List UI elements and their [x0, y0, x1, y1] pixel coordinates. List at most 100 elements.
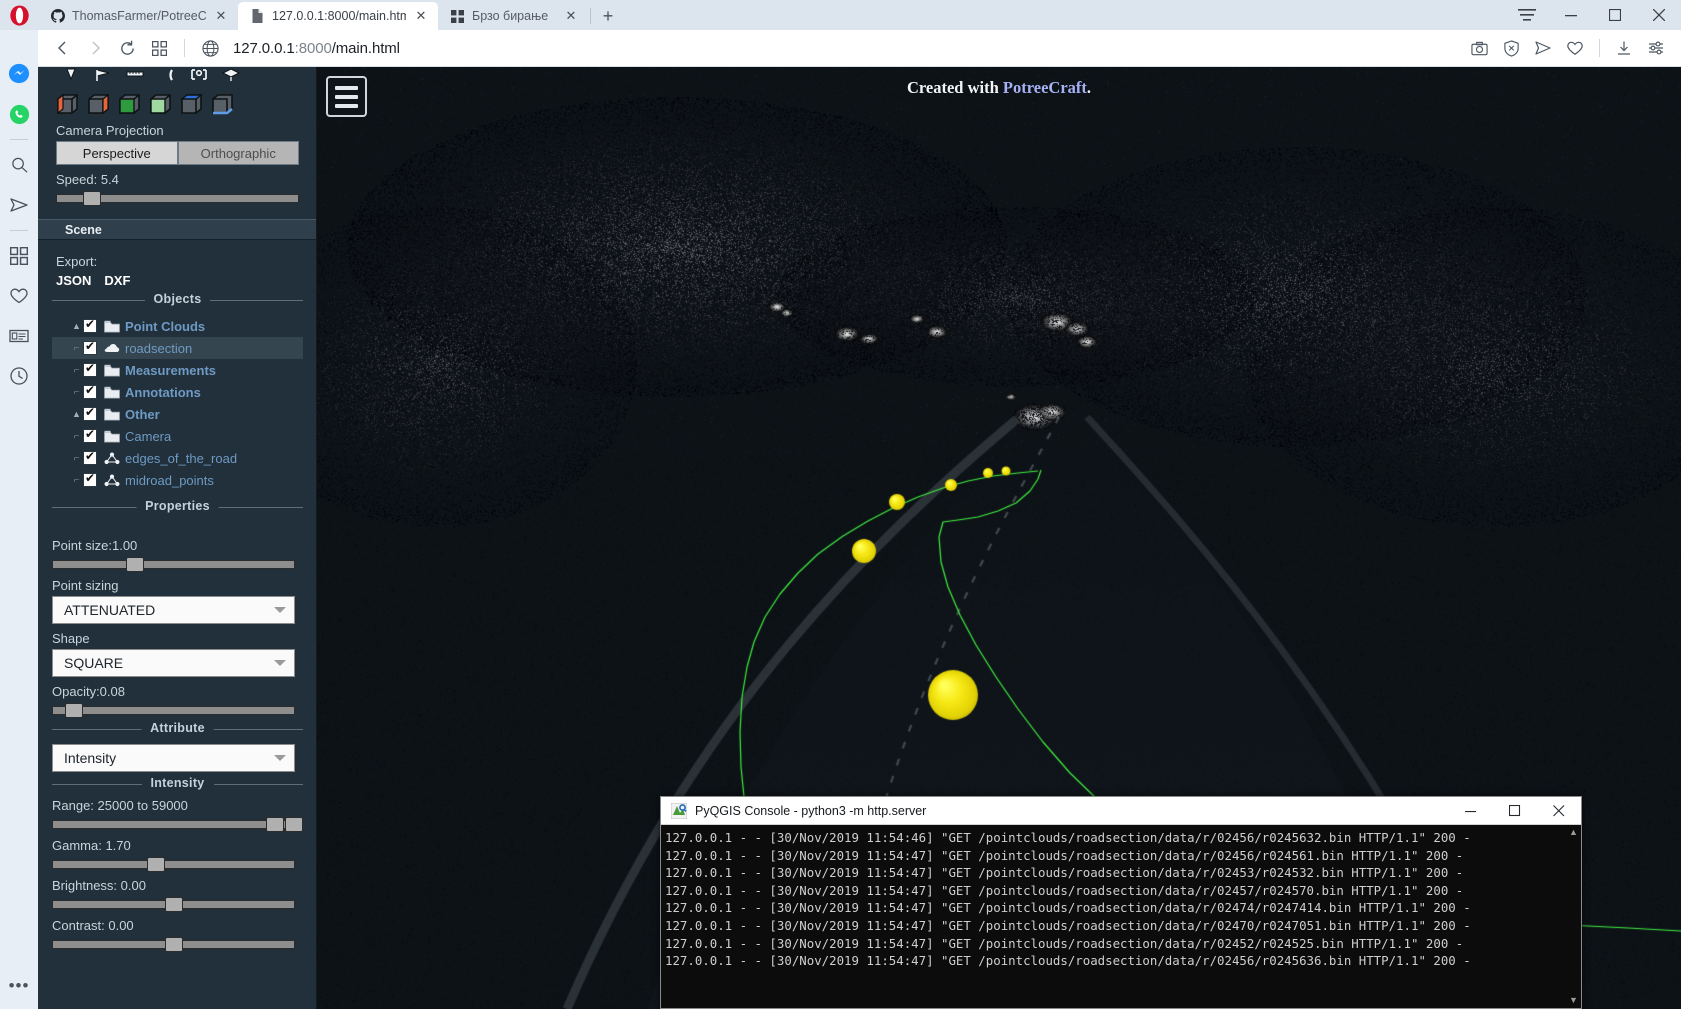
- opacity-slider[interactable]: [52, 704, 295, 717]
- slider-knob[interactable]: [165, 937, 183, 952]
- tab-close-icon[interactable]: ✕: [563, 8, 579, 24]
- close-button[interactable]: [1637, 0, 1681, 30]
- whatsapp-icon[interactable]: [0, 94, 38, 134]
- perspective-button[interactable]: Perspective: [56, 141, 178, 165]
- tree-checkbox[interactable]: [83, 341, 97, 355]
- slider-knob[interactable]: [147, 857, 165, 872]
- tree-checkbox[interactable]: [83, 473, 97, 487]
- ruler-icon[interactable]: [120, 67, 150, 89]
- slider-knob[interactable]: [126, 557, 144, 572]
- tree-checkbox[interactable]: [83, 363, 97, 377]
- hamburger-bar: [335, 104, 358, 108]
- point-sizing-select[interactable]: ATTENUATED: [52, 596, 295, 624]
- pyqgis-title-bar[interactable]: PyQGIS Console - python3 -m http.server: [661, 797, 1581, 825]
- maximize-button[interactable]: [1593, 0, 1637, 30]
- view-cube-left[interactable]: [56, 93, 79, 116]
- expand-arrow-icon[interactable]: ▲: [70, 403, 83, 425]
- url-field[interactable]: 127.0.0.1:8000/main.html: [227, 40, 1462, 57]
- back-button[interactable]: [48, 33, 78, 63]
- history-icon[interactable]: [0, 356, 38, 396]
- heart-icon[interactable]: [1560, 33, 1590, 63]
- pyqgis-minimize-button[interactable]: [1449, 797, 1493, 825]
- browser-menu-icon[interactable]: [1505, 0, 1549, 30]
- minimize-button[interactable]: [1549, 0, 1593, 30]
- new-tab-button[interactable]: +: [595, 3, 621, 29]
- tree-checkbox[interactable]: [83, 407, 97, 421]
- export-json-link[interactable]: JSON: [56, 273, 91, 288]
- tree-item-camera[interactable]: ⌐ Camera: [52, 425, 303, 447]
- slider-knob[interactable]: [165, 897, 183, 912]
- potree-menu-toggle-button[interactable]: [326, 76, 367, 117]
- messenger-icon[interactable]: [0, 54, 38, 94]
- easy-setup-icon[interactable]: [1641, 33, 1671, 63]
- send-icon[interactable]: [1528, 33, 1558, 63]
- view-cube-bottom[interactable]: [211, 93, 234, 116]
- view-cube-right[interactable]: [87, 93, 110, 116]
- view-cube-front[interactable]: [118, 93, 141, 116]
- brightness-slider[interactable]: [52, 898, 295, 911]
- reload-button[interactable]: [112, 33, 142, 63]
- intensity-range-slider[interactable]: [52, 818, 295, 831]
- pyqgis-close-button[interactable]: [1537, 797, 1581, 825]
- forward-button[interactable]: [80, 33, 110, 63]
- address-divider: [184, 39, 185, 57]
- point-size-slider[interactable]: [52, 558, 295, 571]
- browser-tab-0[interactable]: ThomasFarmer/PotreeCraft ✕: [38, 2, 238, 30]
- tab-close-icon[interactable]: ✕: [413, 8, 429, 24]
- cursor-icon[interactable]: [56, 67, 86, 89]
- news-icon[interactable]: [0, 316, 38, 356]
- rail-more-button[interactable]: •••: [0, 971, 38, 1001]
- volume-icon[interactable]: [216, 67, 246, 89]
- scroll-down-arrow-icon[interactable]: ▼: [1566, 993, 1581, 1008]
- tree-checkbox[interactable]: [83, 385, 97, 399]
- view-cube-top[interactable]: [180, 93, 203, 116]
- scroll-up-arrow-icon[interactable]: ▲: [1566, 825, 1581, 840]
- scene-section-header[interactable]: Scene: [38, 219, 317, 240]
- attribute-select[interactable]: Intensity: [52, 744, 295, 772]
- browser-tab-2[interactable]: Брзо бирање ✕: [438, 2, 588, 30]
- tree-item-midroad-points[interactable]: ⌐ midroad_points: [52, 469, 303, 491]
- shape-select[interactable]: SQUARE: [52, 649, 295, 677]
- log-line: 127.0.0.1 - - [30/Nov/2019 11:54:47] "GE…: [665, 847, 1581, 865]
- adblock-shield-icon[interactable]: [1496, 33, 1526, 63]
- angle-icon[interactable]: [152, 67, 182, 89]
- send-icon[interactable]: [0, 185, 38, 225]
- pyqgis-log-output[interactable]: 127.0.0.1 - - [30/Nov/2019 11:54:46] "GE…: [661, 825, 1581, 1008]
- slider-knob[interactable]: [65, 703, 83, 718]
- tree-checkbox[interactable]: [83, 319, 97, 333]
- snapshot-icon[interactable]: [1464, 33, 1494, 63]
- tiles-icon[interactable]: [0, 236, 38, 276]
- tab-close-icon[interactable]: ✕: [213, 8, 229, 24]
- tiles-button[interactable]: [144, 33, 174, 63]
- tree-checkbox[interactable]: [83, 429, 97, 443]
- tree-item-roadsection[interactable]: ⌐ roadsection: [52, 337, 303, 359]
- tree-checkbox[interactable]: [83, 451, 97, 465]
- orthographic-button[interactable]: Orthographic: [178, 141, 300, 165]
- flag-icon[interactable]: [88, 67, 118, 89]
- pyqgis-title-text: PyQGIS Console - python3 -m http.server: [695, 804, 1441, 818]
- globe-icon[interactable]: [195, 33, 225, 63]
- export-dxf-link[interactable]: DXF: [104, 273, 130, 288]
- expand-arrow-icon[interactable]: ▲: [70, 315, 83, 337]
- speed-slider[interactable]: [56, 192, 299, 205]
- tree-item-edges-of-the-road[interactable]: ⌐ edges_of_the_road: [52, 447, 303, 469]
- gamma-slider[interactable]: [52, 858, 295, 871]
- tree-item-point-clouds[interactable]: ▲ Point Clouds: [52, 315, 303, 337]
- tree-item-measurements[interactable]: ⌐ Measurements: [52, 359, 303, 381]
- contrast-slider[interactable]: [52, 938, 295, 951]
- view-cube-back[interactable]: [149, 93, 172, 116]
- pyqgis-maximize-button[interactable]: [1493, 797, 1537, 825]
- crop-icon[interactable]: [184, 67, 214, 89]
- pyqgis-scrollbar[interactable]: ▲ ▼: [1566, 825, 1581, 1008]
- slider-knob-high[interactable]: [285, 817, 303, 832]
- tree-item-annotations[interactable]: ⌐ Annotations: [52, 381, 303, 403]
- download-icon[interactable]: [1609, 33, 1639, 63]
- slider-knob[interactable]: [83, 191, 101, 206]
- pyqgis-console-window[interactable]: PyQGIS Console - python3 -m http.server …: [660, 796, 1582, 1009]
- heart-icon[interactable]: [0, 276, 38, 316]
- slider-knob-low[interactable]: [266, 817, 284, 832]
- tree-item-label: Measurements: [125, 363, 216, 378]
- search-icon[interactable]: [0, 145, 38, 185]
- tree-item-other[interactable]: ▲ Other: [52, 403, 303, 425]
- browser-tab-1[interactable]: 127.0.0.1:8000/main.html ✕: [238, 2, 438, 30]
